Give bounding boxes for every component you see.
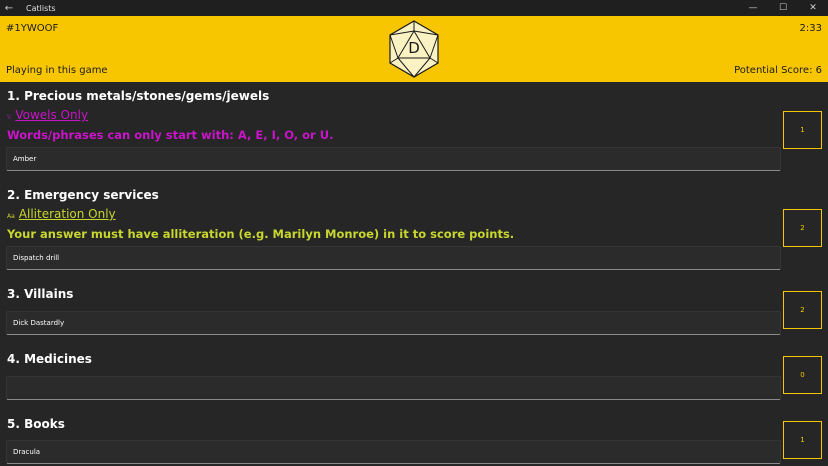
vowels-rule-icon: 𝕍 — [7, 114, 12, 121]
d20-icon[interactable]: D — [388, 20, 440, 78]
title-bar: ← Catlists — ☐ ✕ — [0, 0, 828, 16]
alliteration-rule-icon: Aa — [7, 213, 15, 220]
category-title: 3. Villains — [7, 287, 74, 301]
category-title: 1. Precious metals/stones/gems/jewels — [7, 89, 270, 103]
window-controls: — ☐ ✕ — [738, 0, 828, 16]
countdown-timer: 2:33 — [799, 23, 822, 34]
score-box[interactable]: 1 — [783, 421, 822, 459]
answer-input[interactable]: Dispatch drill — [6, 246, 781, 270]
answer-input[interactable] — [6, 376, 781, 400]
score-box[interactable]: 2 — [783, 291, 822, 329]
window-title: Catlists — [26, 3, 56, 13]
die-letter: D — [408, 39, 420, 57]
score-box[interactable]: 0 — [783, 356, 822, 394]
maximize-icon[interactable]: ☐ — [768, 0, 798, 16]
category-title: 2. Emergency services — [7, 188, 159, 202]
answer-input[interactable]: Dracula — [6, 440, 781, 464]
answer-input[interactable]: Dick Dastardly — [6, 311, 781, 335]
game-code: #1YWOOF — [6, 23, 59, 34]
game-header: #1YWOOF 2:33 Playing in this game Potent… — [0, 16, 828, 82]
potential-score: Potential Score: 6 — [734, 65, 822, 76]
rule-description: Words/phrases can only start with: A, E,… — [7, 128, 334, 142]
close-icon[interactable]: ✕ — [798, 0, 828, 16]
rule-link-vowels[interactable]: 𝕍 Vowels Only — [7, 108, 88, 122]
score-box[interactable]: 2 — [783, 209, 822, 247]
rule-link-alliteration[interactable]: Aa Alliteration Only — [7, 207, 116, 221]
rule-name[interactable]: Vowels Only — [15, 108, 88, 122]
rule-name[interactable]: Alliteration Only — [19, 207, 116, 221]
playing-in-game-link[interactable]: Playing in this game — [6, 65, 108, 76]
back-arrow-icon[interactable]: ← — [0, 0, 18, 16]
score-box[interactable]: 1 — [783, 111, 822, 149]
answer-input[interactable]: Amber — [6, 147, 781, 171]
category-title: 4. Medicines — [7, 352, 92, 366]
rule-description: Your answer must have alliteration (e.g.… — [7, 227, 515, 241]
minimize-icon[interactable]: — — [738, 0, 768, 16]
category-title: 5. Books — [7, 417, 65, 431]
